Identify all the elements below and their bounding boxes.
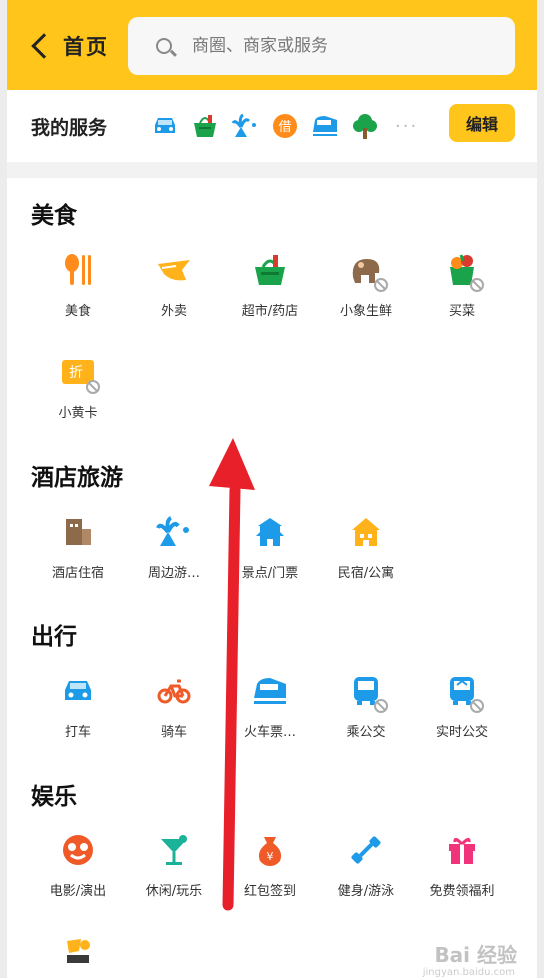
search-box[interactable] [128, 17, 515, 75]
search-icon [156, 38, 172, 54]
grid-label: 红包签到 [243, 884, 296, 899]
cocktail-icon [154, 830, 194, 870]
grid-item-homestay[interactable]: 民宿/公寓 [316, 512, 416, 592]
section-divider [7, 162, 537, 178]
grid-label: 健身/游泳 [337, 884, 395, 899]
basket-icon[interactable] [191, 112, 219, 140]
my-services-title: 我的服务 [31, 116, 108, 139]
car-icon[interactable] [151, 112, 179, 140]
bicycle-icon [154, 671, 194, 711]
grid-item-hotel[interactable]: 酒店住宿 [28, 512, 128, 592]
grid-item-taxi[interactable]: 打车 [28, 671, 128, 751]
back-button[interactable]: 首页 [29, 28, 119, 64]
gift-icon [442, 830, 482, 870]
temple-icon [250, 512, 290, 552]
discount-card-icon: 折 [58, 352, 100, 394]
car-icon [58, 671, 98, 711]
back-label: 首页 [63, 35, 109, 59]
grid-label: 打车 [64, 725, 91, 740]
grid-item-supermarket[interactable]: 超市/药店 [220, 250, 320, 330]
section-title-transport: 出行 [31, 624, 77, 650]
outer-margin-right [537, 0, 544, 978]
train-icon[interactable] [311, 112, 339, 140]
grid-label: 休闲/玩乐 [145, 884, 203, 899]
grid-item-food[interactable]: 美食 [28, 250, 128, 330]
watermark-url: jingyan.baidu.com [422, 967, 515, 978]
disabled-badge-icon [374, 278, 388, 292]
delivery-icon [154, 250, 194, 290]
watermark-logo: Bai 经验 [434, 943, 517, 967]
grid-item-delivery[interactable]: 外卖 [124, 250, 224, 330]
grid-label: 乘公交 [346, 725, 386, 740]
beach-icon[interactable] [231, 112, 259, 140]
grid-label: 买菜 [448, 304, 475, 319]
grid-label: 小黄卡 [58, 406, 98, 421]
disabled-badge-icon [470, 699, 484, 713]
grid-item-groceries[interactable]: 买菜 [412, 250, 512, 330]
disabled-badge-icon [470, 278, 484, 292]
grid-label: 美食 [64, 304, 91, 319]
bus-icon [346, 671, 388, 713]
grid-label: 外卖 [160, 304, 187, 319]
grid-item-more-entertainment[interactable] [28, 932, 128, 978]
grid-item-train-ticket[interactable]: 火车票… [220, 671, 320, 751]
my-services-bar: 我的服务 借 ··· 编辑 [7, 90, 537, 162]
beach-icon [154, 512, 194, 552]
grid-item-fitness[interactable]: 健身/游泳 [316, 830, 416, 910]
disabled-badge-icon [86, 380, 100, 394]
grid-item-attractions[interactable]: 景点/门票 [220, 512, 320, 592]
chevron-left-icon [31, 33, 57, 59]
scooter-delivery-icon [58, 932, 98, 972]
fork-knife-icon [58, 250, 98, 290]
grid-item-fresh[interactable]: 小象生鲜 [316, 250, 416, 330]
house-icon [346, 512, 386, 552]
grid-label: 民宿/公寓 [337, 566, 395, 581]
grid-item-bus[interactable]: 乘公交 [316, 671, 416, 751]
grid-label: 免费领福利 [429, 884, 495, 899]
grid-item-realtime-bus[interactable]: 实时公交 [412, 671, 512, 751]
grid-item-nearby-trip[interactable]: 周边游… [124, 512, 224, 592]
header-bar: 首页 [7, 0, 537, 90]
grid-label: 小象生鲜 [339, 304, 392, 319]
section-title-entertainment: 娱乐 [31, 784, 77, 810]
svg-text:借: 借 [278, 120, 291, 135]
grid-label: 周边游… [147, 566, 200, 581]
basket-icon [250, 250, 290, 290]
outer-margin-left [0, 0, 7, 978]
svg-text:折: 折 [69, 365, 83, 381]
train-icon [250, 671, 290, 711]
movie-icon [58, 830, 98, 870]
svg-text:¥: ¥ [267, 850, 274, 863]
section-title-food: 美食 [31, 203, 77, 229]
search-input[interactable] [192, 36, 472, 56]
grid-label: 电影/演出 [49, 884, 107, 899]
grid-label: 景点/门票 [241, 566, 299, 581]
loan-icon[interactable]: 借 [271, 112, 299, 140]
service-page: 首页 我的服务 借 [7, 0, 537, 978]
grid-label: 超市/药店 [241, 304, 299, 319]
vegetable-bag-icon [442, 250, 484, 292]
hotel-icon [58, 512, 98, 552]
grid-item-yellow-card[interactable]: 折 小黄卡 [28, 352, 128, 432]
more-icon[interactable]: ··· [395, 116, 418, 137]
my-services-icons: 借 ··· [151, 112, 418, 140]
grid-item-movies[interactable]: 电影/演出 [28, 830, 128, 910]
grid-item-bike[interactable]: 骑车 [124, 671, 224, 751]
money-bag-icon: ¥ [250, 830, 290, 870]
grid-label: 实时公交 [435, 725, 488, 740]
grid-label: 火车票… [243, 725, 296, 740]
grid-item-free-welfare[interactable]: 免费领福利 [412, 830, 512, 910]
disabled-badge-icon [374, 699, 388, 713]
edit-button[interactable]: 编辑 [449, 104, 515, 142]
grid-item-leisure[interactable]: 休闲/玩乐 [124, 830, 224, 910]
grid-label: 酒店住宿 [51, 566, 104, 581]
section-title-hotel-travel: 酒店旅游 [31, 465, 123, 491]
tree-icon[interactable] [351, 112, 379, 140]
realtime-bus-icon [442, 671, 484, 713]
dumbbell-icon [346, 830, 386, 870]
grid-label: 骑车 [160, 725, 187, 740]
grid-item-red-packet[interactable]: ¥ 红包签到 [220, 830, 320, 910]
elephant-icon [346, 250, 388, 292]
